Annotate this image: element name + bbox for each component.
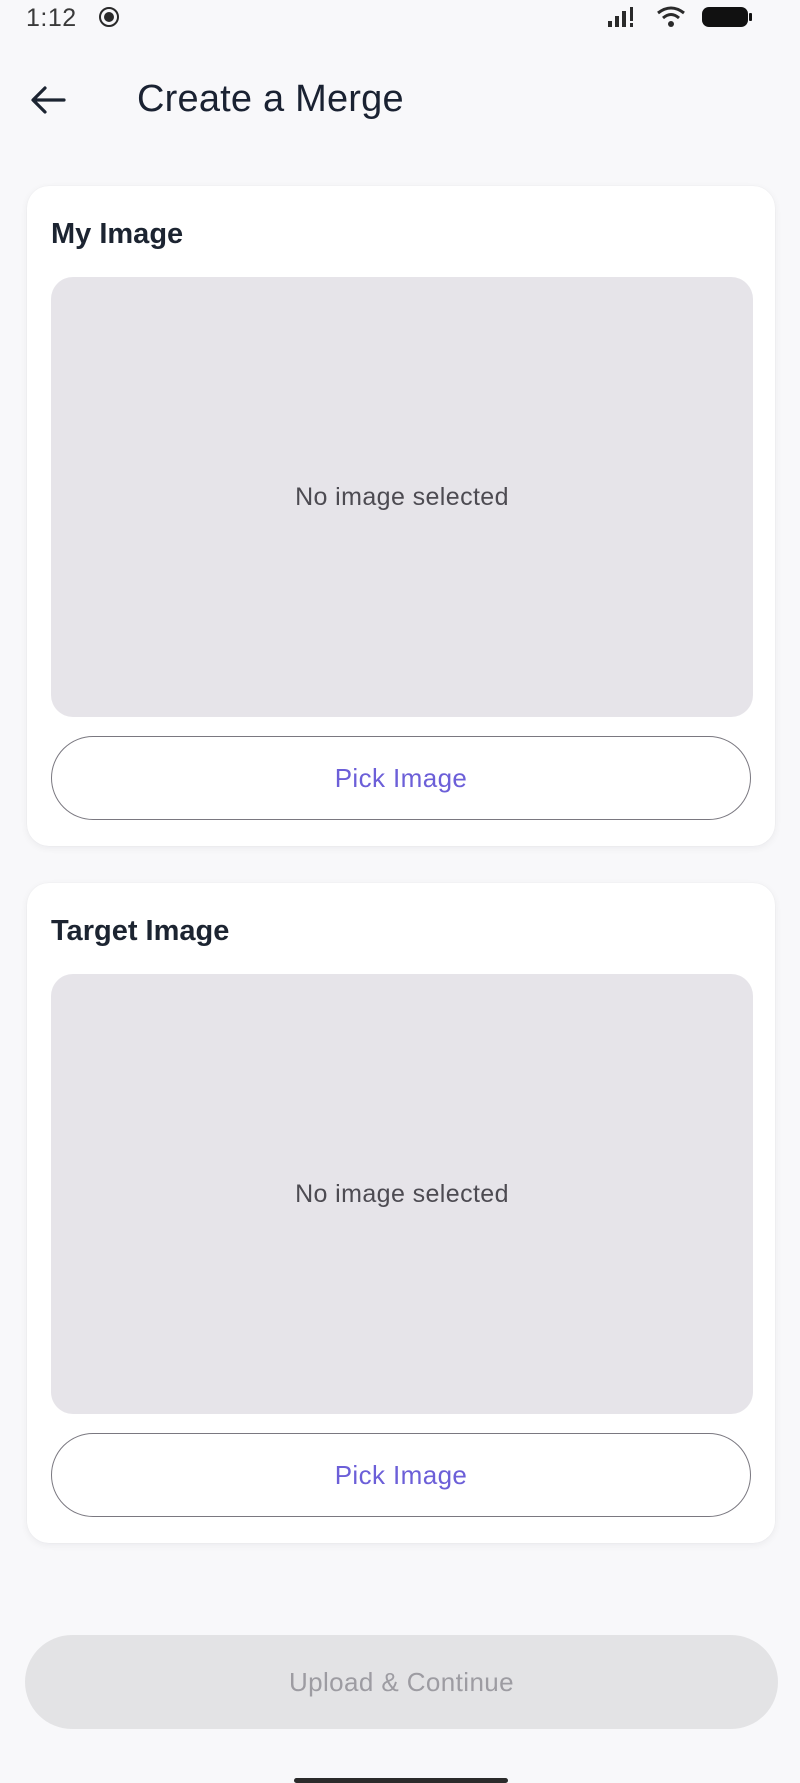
status-bar: 1:12 bbox=[0, 0, 800, 40]
card-title: Target Image bbox=[51, 915, 230, 947]
upload-button-label: Upload & Continue bbox=[288, 1666, 515, 1697]
placeholder-text: No image selected bbox=[295, 482, 509, 511]
image-preview-placeholder: No image selected bbox=[51, 974, 753, 1414]
battery-icon bbox=[700, 4, 754, 35]
image-preview-placeholder: No image selected bbox=[51, 277, 753, 717]
status-icons bbox=[606, 4, 754, 35]
placeholder-text: No image selected bbox=[295, 1179, 509, 1208]
pick-button-label: Pick Image bbox=[334, 762, 468, 793]
home-indicator bbox=[294, 1778, 508, 1783]
pick-target-image-button[interactable]: Pick Image bbox=[51, 1433, 751, 1517]
record-icon bbox=[98, 6, 120, 28]
back-arrow-icon[interactable] bbox=[26, 78, 70, 122]
signal-icon bbox=[606, 5, 642, 34]
app-bar: Create a Merge bbox=[0, 60, 800, 140]
target-image-card: Target Image No image selected Pick Imag… bbox=[27, 883, 775, 1543]
upload-continue-button[interactable]: Upload & Continue bbox=[25, 1635, 778, 1729]
page-title: Create a Merge bbox=[137, 78, 404, 120]
my-image-card: My Image No image selected Pick Image bbox=[27, 186, 775, 846]
pick-my-image-button[interactable]: Pick Image bbox=[51, 736, 751, 820]
wifi-icon bbox=[656, 5, 686, 34]
status-time: 1:12 bbox=[26, 4, 77, 32]
card-title: My Image bbox=[51, 218, 184, 250]
pick-button-label: Pick Image bbox=[334, 1459, 468, 1490]
